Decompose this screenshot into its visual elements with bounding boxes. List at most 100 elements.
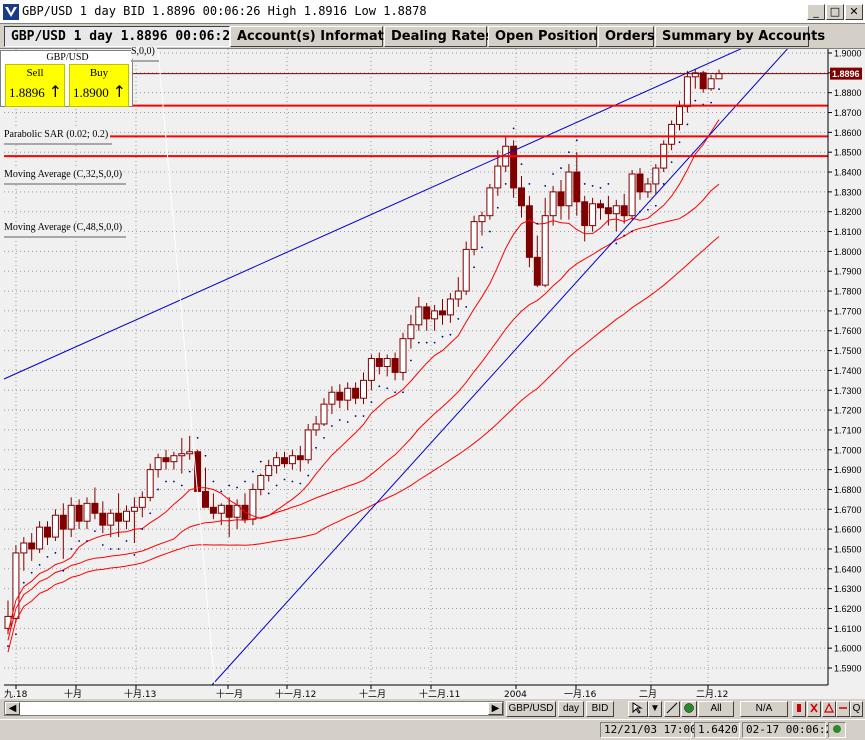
symbol-select-button[interactable]: GBP/USD: [506, 701, 556, 717]
parabolic-sar-dot: [520, 163, 523, 165]
na-button[interactable]: N/A: [740, 701, 788, 717]
price-axis-label: 1.7600: [834, 326, 862, 336]
red-tool-icon-4[interactable]: [836, 701, 850, 717]
tab-summary-by-accounts[interactable]: Summary by Accounts: [655, 26, 825, 47]
parabolic-sar-dot: [173, 480, 175, 483]
candle-body: [652, 167, 660, 185]
candle-body: [549, 191, 557, 217]
quote-symbol: GBP/USD: [46, 52, 89, 63]
sell-price: 1.8896: [9, 85, 45, 100]
parabolic-sar-dot: [678, 141, 681, 144]
parabolic-sar-dot: [536, 222, 539, 225]
candle-body: [557, 191, 565, 207]
parabolic-sar-dot: [157, 488, 160, 491]
parabolic-sar-dot: [38, 563, 41, 566]
price-axis-label: 1.6900: [834, 465, 862, 475]
red-tool-icon-2[interactable]: [807, 701, 821, 717]
parabolic-sar-dot: [473, 266, 475, 269]
candle-body: [225, 504, 233, 518]
price-chart[interactable]: 1.9000 1.8900 1.8800 1.8700 1.8600 1.8500 1.84…: [0, 49, 865, 700]
parabolic-sar-dot: [607, 183, 610, 185]
price-chart-area[interactable]: 1.9000 1.8900 1.8800 1.8700 1.8600 1.8500 1.84…: [0, 48, 865, 700]
price-axis-label: 1.8400: [834, 168, 862, 178]
candle-body: [541, 215, 549, 286]
indicator-label-ma-32[interactable]: Moving Average (C,32,S,0,0): [4, 169, 127, 185]
parabolic-sar-dot: [54, 552, 57, 554]
parabolic-sar-dot: [125, 540, 128, 542]
parabolic-sar-dot: [15, 633, 17, 636]
maximize-button[interactable]: □: [826, 4, 844, 20]
parabolic-sar-dot: [101, 544, 104, 546]
cursor-tool-icon[interactable]: [628, 701, 648, 717]
parabolic-sar-dot: [291, 480, 294, 483]
parabolic-sar-dot: [94, 530, 96, 533]
price-axis-label: 1.6200: [834, 604, 862, 614]
indicator-label-fragment[interactable]: S,0,0): [131, 46, 159, 62]
parabolic-sar-dot: [204, 454, 207, 457]
candle-body: [91, 502, 99, 514]
title-bar[interactable]: GBP/USD 1 day BID 1.8896 00:06:26 High 1…: [0, 0, 865, 24]
price-axis-label: 1.8000: [834, 247, 862, 257]
tab-dealing-rates[interactable]: Dealing Rates: [384, 26, 493, 47]
parabolic-sar-dot: [504, 183, 507, 185]
candle-body: [462, 248, 470, 292]
price-axis-label: 1.7100: [834, 425, 862, 435]
parabolic-sar-dot: [528, 183, 531, 185]
parabolic-sar-dot: [694, 99, 697, 102]
parabolic-sar-dot: [386, 387, 389, 390]
indicator-tool-icon[interactable]: [681, 701, 697, 717]
parabolic-sar-dot: [583, 183, 586, 185]
candle-body: [130, 506, 138, 512]
zoom-all-button[interactable]: All: [698, 701, 734, 717]
parabolic-sar-dot: [165, 480, 167, 483]
period-select-button[interactable]: day: [558, 701, 584, 717]
close-button[interactable]: ✕: [845, 4, 863, 20]
scroll-left-button[interactable]: ◀: [5, 702, 20, 715]
parabolic-sar-dot: [149, 512, 152, 515]
parabolic-sar-dot: [259, 460, 262, 463]
price-axis-label: 1.6600: [834, 525, 862, 535]
candle-body: [162, 457, 170, 463]
candle-body: [51, 514, 59, 538]
candle-body: [423, 306, 431, 320]
parabolic-sar-dot: [481, 246, 483, 249]
candle-body: [44, 526, 51, 538]
tab-orders[interactable]: Orders: [598, 26, 655, 47]
red-tool-icon-1[interactable]: [792, 701, 806, 717]
tab-chart[interactable]: GBP/USD 1 day 1.8896 00:06:26: [4, 26, 238, 47]
parabolic-sar-dot: [496, 206, 499, 209]
tab-bar: GBP/USD 1 day 1.8896 00:06:26 Account(s)…: [0, 24, 865, 48]
parabolic-sar-dot: [686, 123, 689, 126]
tab-account-information[interactable]: Account(s) Information: [230, 26, 407, 47]
buy-quote-button[interactable]: Buy 1.8900 ↑: [69, 64, 129, 107]
red-tool-icon-3[interactable]: [822, 701, 836, 717]
indicator-label-ma-48[interactable]: Moving Average (C,48,S,0,0): [4, 222, 127, 238]
status-value: 1.6420: [694, 722, 740, 738]
candle-body: [478, 215, 486, 223]
price-type-button[interactable]: BID: [586, 701, 614, 717]
draw-line-tool-icon[interactable]: [664, 701, 680, 717]
candle-body: [83, 502, 91, 522]
minimize-button[interactable]: _: [807, 4, 825, 20]
parabolic-sar-dot: [267, 492, 270, 495]
indicator-label-parabolic-sar[interactable]: Parabolic SAR (0.02; 0.2): [4, 129, 113, 145]
candle-body: [328, 391, 336, 405]
chevron-down-icon[interactable]: ▼: [648, 701, 662, 717]
candle-body: [59, 514, 67, 530]
status-clock: 02-17 00:06:25: [742, 722, 839, 738]
scroll-right-button[interactable]: ▶: [488, 702, 503, 715]
candle-body: [589, 203, 597, 227]
parabolic-sar-dot: [62, 569, 65, 572]
parabolic-sar-dot: [252, 470, 254, 473]
parabolic-sar-dot: [22, 581, 25, 584]
parabolic-sar-dot: [346, 421, 349, 423]
q-button[interactable]: Q: [850, 701, 863, 717]
parabolic-sar-dot: [299, 482, 302, 485]
sell-quote-button[interactable]: Sell 1.8896 ↑: [5, 64, 65, 107]
parabolic-sar-dot: [417, 341, 420, 344]
candle-body: [265, 465, 273, 477]
horizontal-scrollbar[interactable]: ◀ ▶: [4, 701, 504, 716]
tab-open-positions[interactable]: Open Positions: [488, 26, 605, 47]
candle-body: [510, 145, 518, 189]
parabolic-sar-dot: [544, 185, 547, 187]
